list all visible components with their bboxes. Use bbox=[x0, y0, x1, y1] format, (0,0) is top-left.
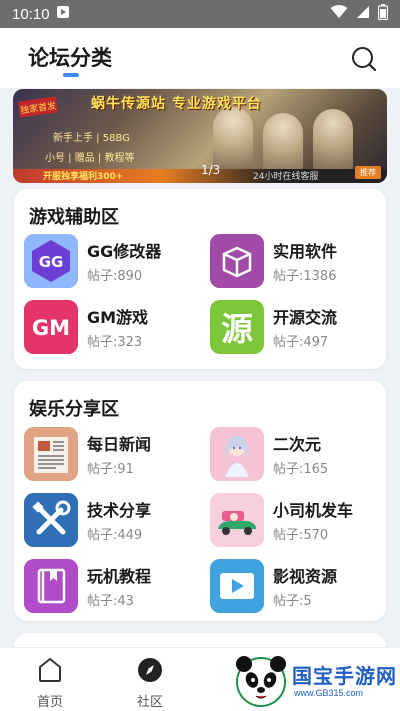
category-count: 帖子:43 bbox=[87, 594, 134, 609]
watermark: 国宝手游网 www.GB315.com bbox=[230, 650, 400, 711]
video-play-icon bbox=[210, 559, 264, 613]
category-video-resources[interactable]: 影视资源 帖子:5 bbox=[210, 559, 380, 615]
notification-icon bbox=[56, 5, 70, 23]
category-count: 帖子:91 bbox=[87, 462, 134, 477]
banner-line: 小号 | 赠品 | 教程等 bbox=[45, 153, 135, 164]
category-name: 影视资源 bbox=[273, 567, 338, 586]
section-game-assist: 游戏辅助区 GG GG修改器 帖子:890 实用软件 帖子:1386 GM GM… bbox=[14, 189, 386, 369]
header: 论坛分类 bbox=[0, 28, 400, 84]
nav-home[interactable]: 首页 bbox=[20, 656, 80, 710]
anime-girl-icon bbox=[210, 427, 264, 481]
category-name: 二次元 bbox=[273, 435, 322, 454]
box-icon bbox=[210, 234, 264, 288]
watermark-url: www.GB315.com bbox=[294, 688, 364, 698]
category-name: 小司机发车 bbox=[273, 501, 354, 520]
newspaper-icon bbox=[24, 427, 78, 481]
category-count: 帖子:497 bbox=[273, 335, 329, 350]
wifi-icon bbox=[330, 5, 348, 23]
car-icon bbox=[210, 493, 264, 547]
promo-banner[interactable]: 独家首发 蜗牛传源站 专业游戏平台 新手上手 | 58BG 小号 | 赠品 | … bbox=[13, 89, 387, 183]
book-icon bbox=[24, 559, 78, 613]
nav-community[interactable]: 社区 bbox=[120, 656, 180, 710]
category-anime[interactable]: 二次元 帖子:165 bbox=[210, 427, 380, 483]
svg-text:GM: GM bbox=[32, 316, 70, 340]
category-name: 开源交流 bbox=[273, 308, 338, 327]
compass-icon bbox=[138, 658, 162, 682]
banner-bottom-right: 24小时在线客服 bbox=[253, 172, 319, 182]
category-daily-news[interactable]: 每日新闻 帖子:91 bbox=[24, 427, 194, 483]
gg-modifier-icon: GG bbox=[24, 234, 78, 288]
home-icon bbox=[39, 658, 61, 682]
nav-community-label: 社区 bbox=[136, 695, 163, 710]
banner-badge: 推荐 bbox=[355, 166, 381, 179]
category-open-source[interactable]: 源 开源交流 帖子:497 bbox=[210, 300, 380, 356]
panda-logo-icon bbox=[236, 656, 286, 707]
category-name: 每日新闻 bbox=[87, 435, 152, 454]
category-count: 帖子:1386 bbox=[273, 269, 337, 284]
banner-pager: 1/3 bbox=[201, 163, 221, 177]
category-name: 技术分享 bbox=[87, 501, 152, 520]
category-name: GG修改器 bbox=[87, 242, 162, 261]
section-title: 游戏辅助区 bbox=[29, 207, 119, 228]
nav-home-label: 首页 bbox=[36, 695, 63, 710]
banner-tag: 独家首发 bbox=[18, 96, 58, 118]
category-gm-game[interactable]: GM GM游戏 帖子:323 bbox=[24, 300, 194, 356]
gm-icon: GM bbox=[24, 300, 78, 354]
status-time: 10:10 bbox=[12, 5, 50, 23]
category-utility-software[interactable]: 实用软件 帖子:1386 bbox=[210, 234, 380, 290]
signal-icon bbox=[356, 5, 370, 23]
category-count: 帖子:323 bbox=[87, 335, 143, 350]
category-name: 玩机教程 bbox=[87, 567, 152, 586]
category-count: 帖子:5 bbox=[273, 594, 312, 609]
search-button[interactable] bbox=[350, 45, 378, 73]
source-icon: 源 bbox=[210, 300, 264, 354]
status-bar: 10:10 bbox=[0, 0, 400, 28]
section-entertainment: 娱乐分享区 每日新闻 帖子:91 二次元 帖子:165 技术分享 帖子:449 … bbox=[14, 381, 386, 621]
category-count: 帖子:165 bbox=[273, 462, 329, 477]
category-count: 帖子:890 bbox=[87, 269, 143, 284]
section-title: 娱乐分享区 bbox=[29, 399, 119, 420]
category-tech-share[interactable]: 技术分享 帖子:449 bbox=[24, 493, 194, 549]
category-count: 帖子:570 bbox=[273, 528, 329, 543]
battery-icon bbox=[377, 4, 389, 24]
category-driver[interactable]: 小司机发车 帖子:570 bbox=[210, 493, 380, 549]
banner-line: 新手上手 | 58BG bbox=[53, 133, 130, 144]
svg-text:GG: GG bbox=[39, 253, 64, 271]
title-underline bbox=[63, 73, 79, 77]
watermark-text: 国宝手游网 bbox=[292, 664, 397, 688]
search-icon bbox=[352, 47, 377, 72]
category-gg-modifier[interactable]: GG GG修改器 帖子:890 bbox=[24, 234, 194, 290]
header-fill bbox=[0, 84, 400, 88]
category-name: GM游戏 bbox=[87, 308, 149, 327]
page-title: 论坛分类 bbox=[28, 46, 112, 70]
category-count: 帖子:449 bbox=[87, 528, 143, 543]
banner-title: 蜗牛传源站 专业游戏平台 bbox=[91, 96, 262, 112]
banner-bottom-text: 开服独享福利300+ bbox=[43, 172, 124, 182]
tools-icon bbox=[24, 493, 78, 547]
category-name: 实用软件 bbox=[273, 242, 338, 261]
category-phone-tutorial[interactable]: 玩机教程 帖子:43 bbox=[24, 559, 194, 615]
